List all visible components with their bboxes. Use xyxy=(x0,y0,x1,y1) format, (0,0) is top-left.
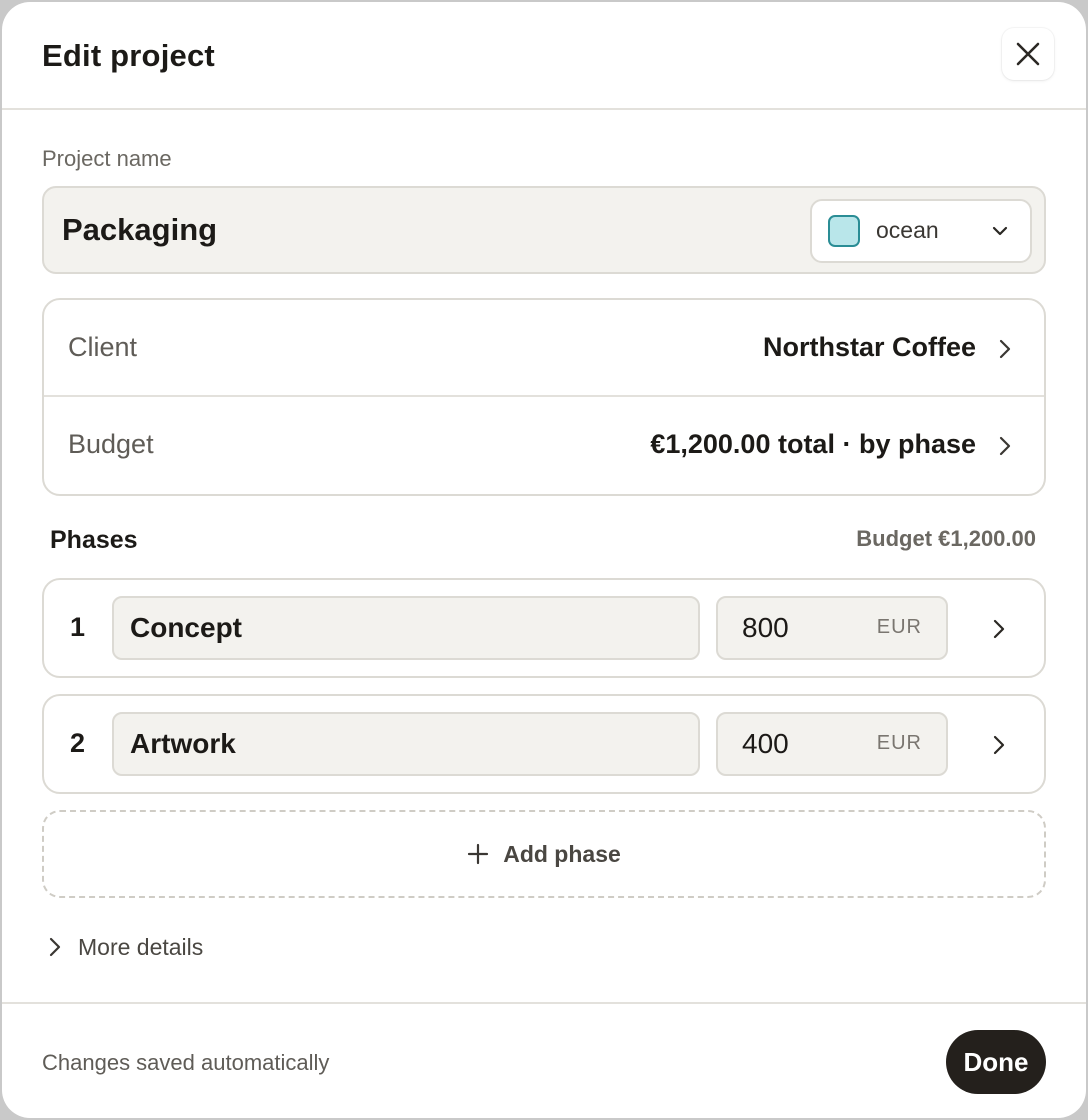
phase-amount-input[interactable] xyxy=(718,598,858,658)
more-details-toggle[interactable]: More details xyxy=(46,930,203,964)
chevron-right-icon xyxy=(999,339,1011,359)
client-row[interactable]: Client Northstar Coffee xyxy=(44,300,1044,397)
chevron-right-icon xyxy=(999,436,1011,456)
phase-name-input[interactable] xyxy=(112,712,700,776)
close-button[interactable] xyxy=(1002,28,1054,80)
chevron-right-icon xyxy=(49,937,61,957)
budget-row[interactable]: Budget €1,200.00 total · by phase xyxy=(44,397,1044,494)
dialog-title: Edit project xyxy=(42,38,215,73)
done-button[interactable]: Done xyxy=(946,1030,1046,1094)
phase-amount-field[interactable]: EUR xyxy=(716,596,948,660)
phase-number: 1 xyxy=(70,612,86,642)
phases-heading: Phases xyxy=(50,526,138,554)
dialog-header: Edit project xyxy=(2,2,1086,110)
chevron-right-icon[interactable] xyxy=(990,618,1008,640)
budget-label: Budget xyxy=(68,429,154,459)
color-select[interactable]: ocean xyxy=(810,199,1032,263)
color-select-label: ocean xyxy=(876,217,939,243)
client-value: Northstar Coffee xyxy=(762,332,976,362)
add-phase-button[interactable]: Add phase xyxy=(42,810,1046,898)
edit-project-dialog: Edit project Project name Packaging ocea… xyxy=(2,2,1086,1118)
budget-value: €1,200.00 total · by phase xyxy=(650,429,976,459)
chevron-right-icon[interactable] xyxy=(990,734,1008,756)
phase-row: 1 EUR xyxy=(42,578,1046,678)
chevron-down-icon xyxy=(992,226,1008,236)
phase-amount-field[interactable]: EUR xyxy=(716,712,948,776)
more-details-label: More details xyxy=(78,933,204,960)
phases-budget-summary: Budget €1,200.00 xyxy=(856,526,1036,551)
dialog-footer: Changes saved automatically Done xyxy=(2,1002,1086,1118)
project-name-value[interactable]: Packaging xyxy=(62,212,217,248)
currency-label: EUR xyxy=(876,732,922,754)
color-swatch xyxy=(828,215,860,247)
client-label: Client xyxy=(68,332,138,362)
project-name-field[interactable]: Packaging ocean xyxy=(42,186,1046,274)
add-phase-label: Add phase xyxy=(503,840,621,867)
plus-icon xyxy=(468,843,489,865)
phase-name-input[interactable] xyxy=(112,596,700,660)
project-name-label: Project name xyxy=(42,146,172,171)
phase-row: 2 EUR xyxy=(42,694,1046,794)
project-details-card: Client Northstar Coffee Budget €1,200.00… xyxy=(42,298,1046,496)
currency-label: EUR xyxy=(876,616,922,638)
phase-number: 2 xyxy=(70,728,86,758)
autosave-status: Changes saved automatically xyxy=(42,1050,330,1075)
close-icon xyxy=(1016,42,1040,66)
phase-amount-input[interactable] xyxy=(718,714,858,774)
